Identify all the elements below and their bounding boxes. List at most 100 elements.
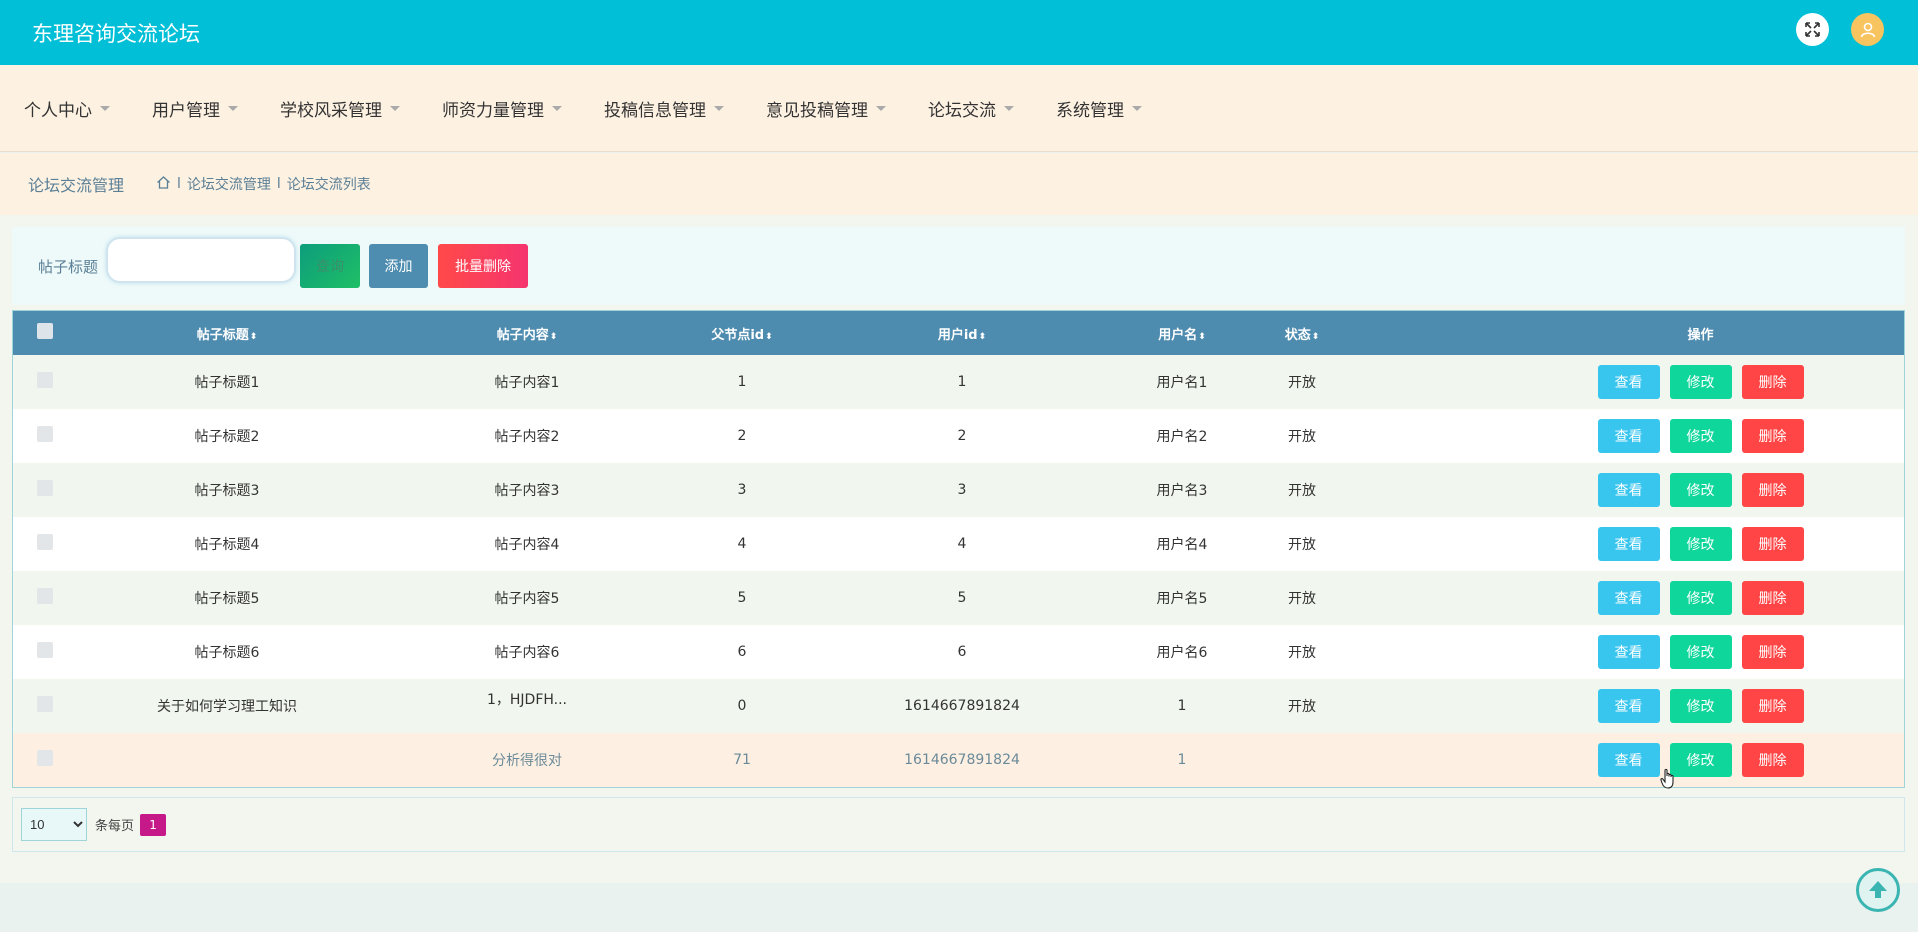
cell-username: 用户名4 (1156, 537, 1208, 553)
header-actions (1796, 13, 1884, 46)
row-checkbox-cell (13, 679, 77, 733)
row-checkbox-cell (13, 463, 77, 517)
table-row: 分析得很对 71 1614667891824 1 查看 修改 删除 (13, 733, 1904, 787)
edit-button[interactable]: 修改 (1669, 689, 1732, 723)
cell-status (1247, 733, 1357, 787)
cell-parentid: 0 (737, 698, 747, 714)
nav-item-faculty[interactable]: 师资力量管理 (442, 96, 562, 121)
row-checkbox[interactable] (37, 696, 53, 712)
cell-title: 帖子标题3 (194, 483, 260, 499)
cell-title: 帖子标题5 (194, 591, 260, 607)
nav-item-label: 学校风采管理 (280, 100, 382, 121)
breadcrumb-separator: l (177, 176, 181, 192)
sort-icon: ⬍ (549, 331, 558, 342)
delete-button[interactable]: 删除 (1741, 635, 1804, 669)
row-checkbox[interactable] (37, 642, 53, 658)
column-header[interactable]: 用户名⬍ (1117, 311, 1247, 355)
column-header[interactable]: 状态⬍ (1247, 311, 1357, 355)
post-title-search-input[interactable] (106, 237, 297, 283)
row-checkbox[interactable] (37, 372, 53, 388)
column-header[interactable]: 用户id⬍ (807, 311, 1117, 355)
column-header[interactable]: 父节点id⬍ (677, 311, 807, 355)
cell-username: 1 (1177, 752, 1187, 768)
caret-down-icon (228, 105, 238, 111)
back-to-top-icon[interactable] (1856, 868, 1900, 912)
expand-icon[interactable] (1796, 13, 1829, 46)
row-checkbox[interactable] (37, 750, 53, 766)
edit-button[interactable]: 修改 (1669, 635, 1732, 669)
batch-delete-button[interactable]: 批量删除 (438, 244, 529, 288)
delete-button[interactable]: 删除 (1741, 743, 1804, 777)
delete-button[interactable]: 删除 (1741, 473, 1804, 507)
cell-title: 帖子标题1 (194, 375, 260, 391)
main-nav: 个人中心 用户管理 学校风采管理 师资力量管理 投稿信息管理 意见投稿管理 论坛… (0, 65, 1918, 152)
view-button[interactable]: 查看 (1597, 689, 1660, 723)
cell-parentid: 2 (737, 428, 747, 444)
search-label: 帖子标题 (38, 257, 99, 276)
pagination: 10 条每页 1 (12, 797, 1905, 852)
view-button[interactable]: 查看 (1597, 743, 1660, 777)
cell-actions: 查看 修改 删除 (1357, 679, 1904, 733)
user-icon[interactable] (1851, 13, 1884, 46)
row-checkbox[interactable] (37, 588, 53, 604)
page-size-select[interactable]: 10 (21, 808, 87, 841)
edit-button[interactable]: 修改 (1669, 743, 1732, 777)
caret-down-icon (552, 105, 562, 111)
select-all-checkbox[interactable] (37, 323, 53, 339)
select-all-cell (13, 311, 77, 355)
page-number-active[interactable]: 1 (140, 813, 167, 836)
delete-button[interactable]: 删除 (1741, 689, 1804, 723)
nav-item-personal-center[interactable]: 个人中心 (24, 96, 110, 121)
edit-button[interactable]: 修改 (1669, 581, 1732, 615)
add-button[interactable]: 添加 (369, 244, 429, 288)
cell-actions: 查看 修改 删除 (1357, 571, 1904, 625)
nav-item-label: 师资力量管理 (442, 100, 544, 121)
breadcrumb-item[interactable]: 论坛交流管理 (187, 174, 271, 194)
delete-button[interactable]: 删除 (1741, 527, 1804, 561)
row-checkbox[interactable] (37, 426, 53, 442)
view-button[interactable]: 查看 (1597, 419, 1660, 453)
edit-button[interactable]: 修改 (1669, 473, 1732, 507)
cell-status: 开放 (1288, 375, 1316, 391)
cell-userid: 1 (957, 374, 967, 390)
cell-status: 开放 (1288, 537, 1316, 553)
forum-table: 帖子标题⬍ 帖子内容⬍ 父节点id⬍ 用户id⬍ 用户名⬍ 状态⬍ 操作 帖子标… (12, 310, 1905, 788)
nav-item-school-style[interactable]: 学校风采管理 (280, 96, 400, 121)
row-checkbox-cell (13, 625, 77, 679)
sort-icon: ⬍ (765, 331, 773, 342)
row-checkbox-cell (13, 571, 77, 625)
home-icon[interactable] (156, 175, 171, 194)
edit-button[interactable]: 修改 (1669, 527, 1732, 561)
cell-username: 用户名6 (1156, 645, 1208, 661)
edit-button[interactable]: 修改 (1669, 365, 1732, 399)
column-header[interactable]: 帖子内容⬍ (377, 311, 677, 355)
cell-userid: 6 (957, 644, 967, 660)
cell-actions: 查看 修改 删除 (1357, 409, 1904, 463)
column-header[interactable]: 帖子标题⬍ (77, 311, 377, 355)
cell-parentid: 5 (737, 590, 747, 606)
cell-username: 用户名3 (1156, 483, 1208, 499)
cell-username: 用户名5 (1156, 591, 1208, 607)
delete-button[interactable]: 删除 (1741, 419, 1804, 453)
delete-button[interactable]: 删除 (1741, 581, 1804, 615)
view-button[interactable]: 查看 (1597, 365, 1660, 399)
nav-item-system[interactable]: 系统管理 (1056, 96, 1142, 121)
nav-item-submissions[interactable]: 投稿信息管理 (604, 96, 724, 121)
row-checkbox[interactable] (37, 480, 53, 496)
cell-username: 1 (1177, 698, 1187, 714)
nav-item-user-management[interactable]: 用户管理 (152, 96, 238, 121)
nav-item-feedback[interactable]: 意见投稿管理 (766, 96, 886, 121)
cell-parentid: 4 (737, 536, 747, 552)
view-button[interactable]: 查看 (1597, 527, 1660, 561)
edit-button[interactable]: 修改 (1669, 419, 1732, 453)
nav-item-forum[interactable]: 论坛交流 (928, 96, 1014, 121)
breadcrumb-bar: 论坛交流管理 l 论坛交流管理 l 论坛交流列表 (0, 153, 1918, 215)
view-button[interactable]: 查看 (1597, 473, 1660, 507)
search-button[interactable]: 查询 (300, 244, 361, 288)
view-button[interactable]: 查看 (1597, 635, 1660, 669)
delete-button[interactable]: 删除 (1741, 365, 1804, 399)
row-checkbox[interactable] (37, 534, 53, 550)
caret-down-icon (876, 105, 886, 111)
view-button[interactable]: 查看 (1597, 581, 1660, 615)
search-panel: 帖子标题 查询 添加 批量删除 (12, 227, 1905, 305)
